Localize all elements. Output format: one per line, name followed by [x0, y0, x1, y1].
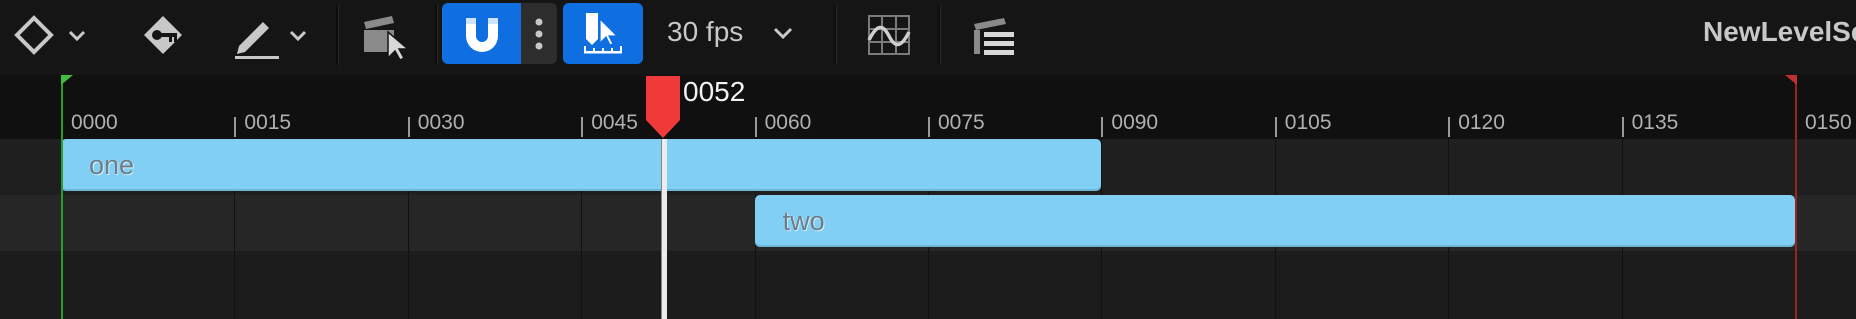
- time-ruler[interactable]: 0000 0015 0030 0045 0060 0075 0090 0105 0120 0135…: [0, 75, 1856, 139]
- ruler-tick-label: 0075: [938, 111, 985, 134]
- ruler-tick-label: 0105: [1284, 111, 1332, 134]
- add-key-button[interactable]: [135, 0, 191, 70]
- snapping-options-button[interactable]: [521, 3, 557, 64]
- section-two[interactable]: two: [754, 195, 1795, 247]
- ruler-tick: [1448, 117, 1451, 137]
- section-label: two: [782, 206, 825, 236]
- sequencer-toolbar: 30 fps NewLevelSe: [0, 0, 1856, 75]
- ruler-tick-label: 0000: [71, 111, 118, 134]
- chevron-down-icon: [773, 27, 793, 40]
- playhead-handle[interactable]: [646, 76, 680, 138]
- ruler-tick: [754, 117, 757, 137]
- section-label: one: [89, 150, 135, 180]
- playback-start-marker[interactable]: [61, 75, 63, 319]
- ruler-tick: [928, 117, 930, 137]
- playhead-snap-icon: [584, 12, 622, 53]
- pencil-icon: [235, 22, 307, 59]
- curve-editor-icon: [867, 15, 911, 55]
- sequencer-list-icon: [974, 18, 1014, 55]
- ruler-tick-label: 0015: [244, 111, 292, 134]
- toolbar-separator: [336, 5, 339, 65]
- key-mode-dropdown[interactable]: [8, 0, 88, 70]
- toolbar-separator: [834, 5, 837, 65]
- snapping-toggle[interactable]: [442, 3, 521, 64]
- ruler-tick: [1274, 117, 1277, 137]
- playhead-frame-label: 0052: [683, 76, 746, 107]
- ruler-tick: [1621, 117, 1624, 137]
- toolbar-separator: [938, 5, 941, 65]
- ruler-tick-label: 0135: [1631, 111, 1679, 134]
- ruler-tick: [581, 117, 584, 137]
- sequencer-outliner-button[interactable]: [962, 0, 1022, 70]
- sequence-name: NewLevelSe: [1703, 16, 1856, 47]
- playback-end-marker[interactable]: [1795, 75, 1797, 319]
- sequence-select-button[interactable]: [358, 0, 418, 70]
- more-vertical-icon: [535, 18, 543, 49]
- ruler-tick-label: 0120: [1458, 111, 1505, 134]
- ruler-tick: [407, 117, 410, 137]
- section-one[interactable]: one: [61, 139, 1102, 191]
- ruler-tick: [1101, 117, 1104, 137]
- draw-mode-dropdown[interactable]: [225, 0, 310, 70]
- ruler-tick-label: 0150: [1805, 111, 1852, 134]
- keyframe-diamond-icon: [14, 15, 86, 55]
- ruler-tick-label: 0090: [1111, 111, 1159, 134]
- ruler-tick: [234, 117, 237, 137]
- playhead-line[interactable]: [661, 139, 667, 319]
- curve-editor-button[interactable]: [858, 0, 920, 70]
- magnet-icon: [465, 17, 498, 52]
- playback-start-flag: [61, 75, 73, 85]
- ruler-tick-label: 0030: [417, 111, 465, 134]
- playhead-snap-toggle[interactable]: [563, 3, 643, 64]
- ruler-tick-label: 0060: [764, 111, 812, 134]
- clapper-select-icon: [364, 16, 411, 60]
- playback-end-flag: [1785, 75, 1797, 85]
- key-icon: [144, 16, 182, 54]
- toolbar-separator: [435, 5, 438, 65]
- frame-rate-label: 30 fps: [667, 16, 744, 47]
- ruler-tick-label: 0045: [591, 111, 638, 134]
